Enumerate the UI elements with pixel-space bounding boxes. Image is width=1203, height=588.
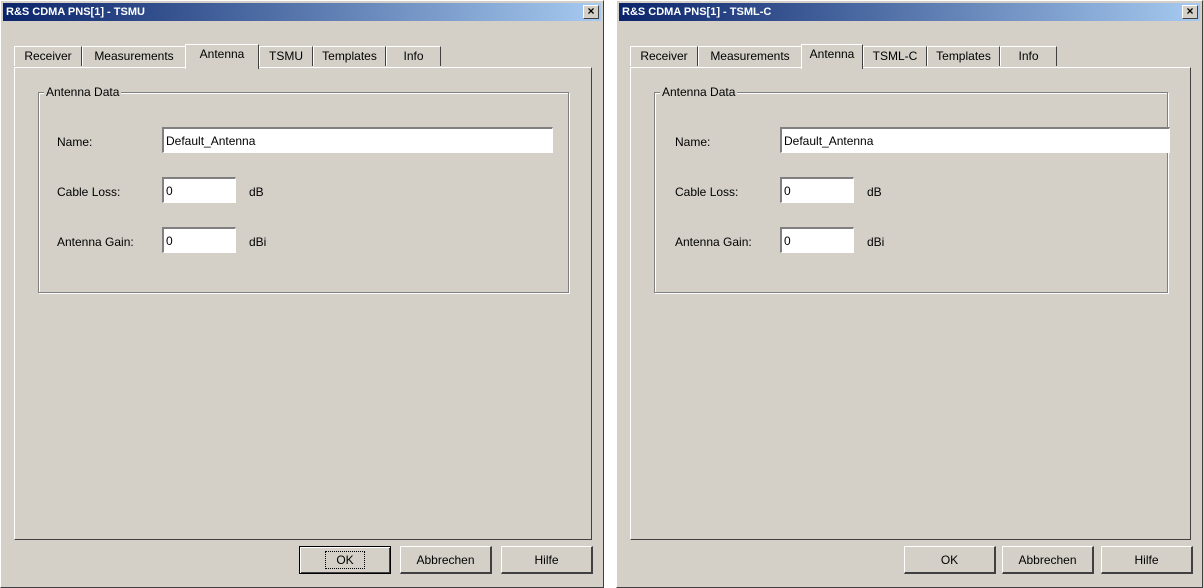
- tab-templates[interactable]: Templates: [313, 46, 386, 66]
- antenna-gain-unit: dBi: [249, 235, 267, 249]
- antenna-gain-input[interactable]: [162, 227, 236, 253]
- tab-tsml-c[interactable]: TSML-C: [863, 46, 927, 66]
- title-bar[interactable]: R&S CDMA PNS[1] - TSML-C ×: [619, 3, 1200, 21]
- name-label: Name:: [675, 135, 711, 149]
- antenna-gain-label: Antenna Gain:: [57, 235, 134, 249]
- tab-info[interactable]: Info: [1000, 46, 1057, 66]
- cable-loss-label: Cable Loss:: [57, 185, 121, 199]
- antenna-data-group: Antenna Data Name: Cable Loss: dB Antenn…: [38, 85, 569, 293]
- tab-templates[interactable]: Templates: [927, 46, 1000, 66]
- tab-antenna[interactable]: Antenna: [185, 44, 259, 69]
- help-button[interactable]: Hilfe: [1101, 546, 1193, 574]
- group-title: Antenna Data: [44, 85, 122, 99]
- cable-loss-input[interactable]: [780, 177, 854, 203]
- tab-measurements[interactable]: Measurements: [82, 46, 186, 66]
- group-title: Antenna Data: [660, 85, 738, 99]
- cancel-button[interactable]: Abbrechen: [1002, 546, 1094, 574]
- name-input[interactable]: [162, 127, 553, 153]
- antenna-gain-input[interactable]: [780, 227, 854, 253]
- tab-info[interactable]: Info: [386, 46, 441, 66]
- title-bar[interactable]: R&S CDMA PNS[1] - TSMU ×: [3, 3, 601, 21]
- cable-loss-unit: dB: [249, 185, 264, 199]
- tab-antenna[interactable]: Antenna: [801, 44, 863, 69]
- help-button[interactable]: Hilfe: [501, 546, 593, 574]
- ok-label: OK: [325, 551, 365, 569]
- name-input[interactable]: [780, 127, 1170, 153]
- tab-measurements[interactable]: Measurements: [698, 46, 802, 66]
- antenna-gain-unit: dBi: [867, 235, 885, 249]
- cable-loss-label: Cable Loss:: [675, 185, 739, 199]
- close-icon[interactable]: ×: [583, 5, 599, 19]
- antenna-data-group: Antenna Data Name: Cable Loss: dB Antenn…: [654, 85, 1170, 293]
- close-icon[interactable]: ×: [1182, 5, 1198, 19]
- tab-panel: Antenna Data Name: Cable Loss: dB Antenn…: [630, 67, 1191, 540]
- tab-tsmu[interactable]: TSMU: [259, 46, 313, 66]
- dialog-tsmu: R&S CDMA PNS[1] - TSMU × Receiver Measur…: [0, 0, 604, 588]
- cable-loss-unit: dB: [867, 185, 882, 199]
- tab-receiver[interactable]: Receiver: [14, 46, 82, 66]
- tab-receiver[interactable]: Receiver: [630, 46, 698, 66]
- name-label: Name:: [57, 135, 93, 149]
- ok-button[interactable]: OK: [299, 546, 391, 574]
- antenna-gain-label: Antenna Gain:: [675, 235, 752, 249]
- tab-panel: Antenna Data Name: Cable Loss: dB Antenn…: [14, 67, 592, 540]
- window-title: R&S CDMA PNS[1] - TSMU: [6, 6, 145, 18]
- dialog-tsml-c: R&S CDMA PNS[1] - TSML-C × Receiver Meas…: [616, 0, 1203, 588]
- ok-button[interactable]: OK: [904, 546, 996, 574]
- window-title: R&S CDMA PNS[1] - TSML-C: [622, 6, 772, 18]
- cable-loss-input[interactable]: [162, 177, 236, 203]
- cancel-button[interactable]: Abbrechen: [400, 546, 492, 574]
